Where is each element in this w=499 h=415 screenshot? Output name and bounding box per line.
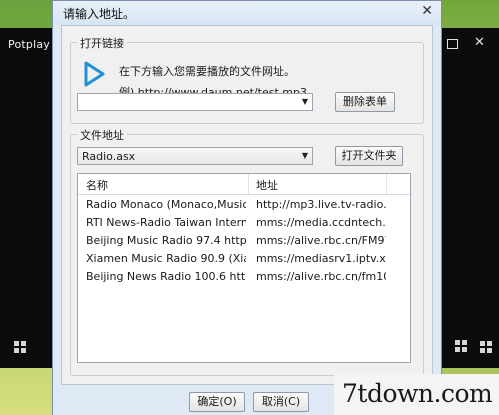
radio-list[interactable]: 名称 地址 Radio Monaco (Monaco,Music/Fe... h… [77,173,411,363]
delete-form-button[interactable]: 删除表单 [335,92,395,112]
list-item-address: mms://media.ccdntech.c... [256,216,386,229]
list-item-address: mms://mediasrv1.iptv.xm... [256,252,386,265]
open-link-group-label: 打开链接 [77,35,127,51]
list-item[interactable]: Beijing Music Radio 97.4 http://fm... mm… [78,232,410,250]
ok-button[interactable]: 确定(O) [189,392,245,412]
dialog-titlebar: 请输入地址。 ✕ [53,1,441,25]
list-item[interactable]: Radio Monaco (Monaco,Music/Fe... http://… [78,196,410,214]
list-item-address: mms://alive.rbc.cn/fm1006 [256,270,386,283]
list-item-address: mms://alive.rbc.cn/FM97... [256,234,386,247]
list-item[interactable]: Beijing News Radio 100.6 http://w... mms… [78,268,410,286]
column-header-name[interactable]: 名称 [86,177,108,193]
list-item[interactable]: RTI News-Radio Taiwan Internatio... mms:… [78,214,410,232]
list-item-name: Xiamen Music Radio 90.9 (Xiamen,... [86,252,246,265]
play-triangle-icon [84,61,105,87]
close-icon[interactable]: ✕ [421,3,433,19]
file-address-group: 文件地址 Radio.asx ▼ 打开文件夹 名称 地址 Radio Monac… [70,127,424,376]
url-input-combo[interactable]: ▼ [77,93,313,111]
chevron-down-icon[interactable]: ▼ [298,94,312,110]
url-hint-text: 在下方输入您需要播放的文件网址。 [119,65,295,78]
column-divider[interactable] [248,174,249,194]
player-close-icon[interactable]: ✕ [474,35,485,50]
list-item-name: RTI News-Radio Taiwan Internatio... [86,216,246,229]
list-item[interactable]: Xiamen Music Radio 90.9 (Xiamen,... mms:… [78,250,410,268]
file-address-group-label: 文件地址 [77,127,127,143]
list-header: 名称 地址 [78,174,410,195]
file-select-value: Radio.asx [82,150,136,163]
column-divider[interactable] [386,174,387,194]
list-item-address: http://mp3.live.tv-radio.c... [256,198,386,211]
list-item-name: Beijing News Radio 100.6 http://w... [86,270,246,283]
open-link-group: 打开链接 在下方输入您需要播放的文件网址。 例) http://www.daum… [70,35,424,124]
player-fullscreen-icon[interactable] [455,340,467,352]
open-address-dialog: 请输入地址。 ✕ 打开链接 在下方输入您需要播放的文件网址。 例) http:/… [52,0,442,415]
column-header-address[interactable]: 地址 [256,177,278,193]
file-select-combo[interactable]: Radio.asx ▼ [77,147,313,165]
player-title: Potplay [8,38,50,51]
player-menu-icon[interactable] [480,341,492,353]
list-item-name: Beijing Music Radio 97.4 http://fm... [86,234,246,247]
dialog-client-area: 打开链接 在下方输入您需要播放的文件网址。 例) http://www.daum… [61,25,433,385]
player-playlist-icon[interactable] [14,341,26,353]
dialog-title: 请输入地址。 [63,7,136,21]
player-maximize-icon[interactable] [447,39,458,49]
list-item-name: Radio Monaco (Monaco,Music/Fe... [86,198,246,211]
watermark-logo: 7tdown.com [342,379,493,408]
open-folder-button[interactable]: 打开文件夹 [335,146,403,166]
cancel-button[interactable]: 取消(C) [253,392,309,412]
chevron-down-icon[interactable]: ▼ [298,148,312,164]
